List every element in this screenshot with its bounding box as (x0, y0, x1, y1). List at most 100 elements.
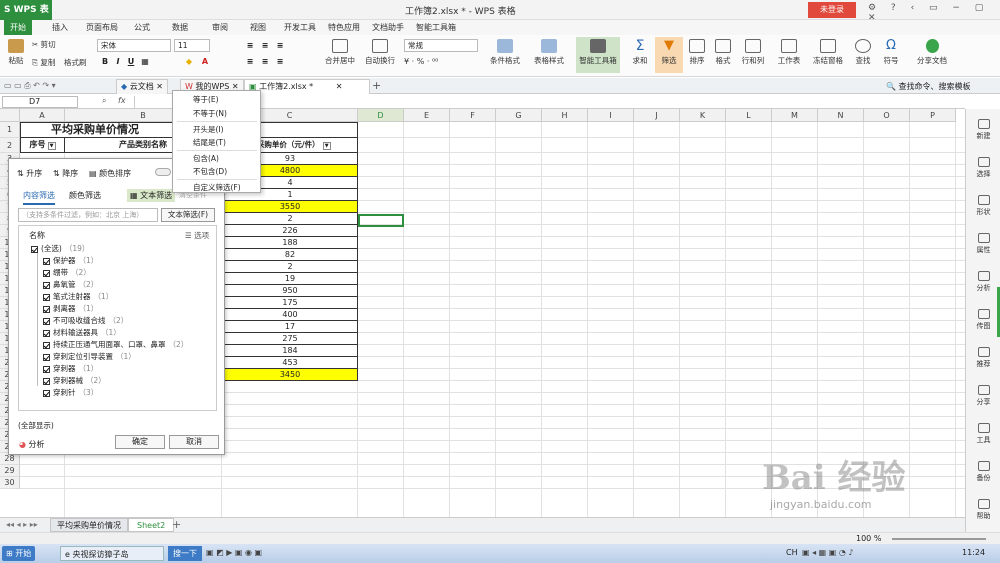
tab-workbook[interactable]: ▣ 工作簿2.xlsx * ✕ (244, 79, 370, 94)
price-cell[interactable]: 226 (222, 225, 358, 237)
login-button[interactable]: 未登录 (808, 2, 856, 18)
italic-button[interactable]: I (113, 57, 123, 67)
column-header[interactable]: D (358, 109, 404, 122)
column-header[interactable]: A (20, 109, 65, 122)
sort-desc-button[interactable]: ⇅ 降序 (53, 168, 78, 179)
checkbox-checked-icon[interactable] (43, 269, 50, 277)
filter-list-item[interactable]: 笔式注射器 （1） (43, 291, 113, 302)
filter-list-item[interactable]: 穿刺针 （3） (43, 387, 98, 398)
row-col-button[interactable]: 行和列 (738, 39, 768, 66)
paste-button[interactable]: 粘贴 (4, 39, 28, 66)
price-cell[interactable]: 453 (222, 357, 358, 369)
analyze-button[interactable]: ◕ 分析 (19, 439, 45, 450)
new-tab-button[interactable]: + (372, 79, 381, 92)
side-panel-button[interactable]: 分享 (966, 385, 1000, 407)
menu-features[interactable]: 特色应用 (328, 22, 360, 33)
font-color-icon[interactable]: A (200, 57, 210, 67)
menu-view[interactable]: 视图 (250, 22, 266, 33)
symbol-button[interactable]: Ω 符号 (878, 39, 904, 66)
menu-contains[interactable]: 包含(A) (193, 153, 219, 164)
checkbox-checked-icon[interactable] (43, 389, 50, 397)
menu-formula[interactable]: 公式 (134, 22, 150, 33)
font-name-combo[interactable]: 宋体 (97, 39, 171, 52)
tab-cloud-docs[interactable]: ◆ 云文档 ✕ (116, 79, 168, 94)
worksheet-button[interactable]: 工作表 (774, 39, 804, 66)
filter-list-item[interactable]: 材料输送器具 （1） (43, 327, 121, 338)
price-cell[interactable]: 3550 (222, 201, 358, 213)
price-cell[interactable]: 2 (222, 213, 358, 225)
find-button[interactable]: 查找 (850, 39, 876, 66)
side-panel-button[interactable]: 帮助 (966, 499, 1000, 521)
tab-color-filter[interactable]: 颜色筛选 (69, 190, 101, 201)
filter-list-item[interactable]: 鼻氧管 （2） (43, 279, 98, 290)
underline-button[interactable]: U (126, 57, 136, 67)
merge-center-button[interactable]: 合并居中 (320, 39, 360, 66)
checkbox-checked-icon[interactable] (43, 257, 50, 265)
side-panel-button[interactable]: 传图 (966, 309, 1000, 331)
wps-menu-button[interactable]: S WPS 表格 ▾ (0, 0, 52, 35)
copy-button[interactable]: ⎘ 复制 (32, 57, 55, 68)
price-cell[interactable]: 188 (222, 237, 358, 249)
sort-asc-button[interactable]: ⇅ 升序 (17, 168, 42, 179)
checkbox-checked-icon[interactable] (43, 329, 50, 337)
row-header[interactable]: 2 (0, 138, 20, 153)
add-sheet-button[interactable]: + (172, 518, 181, 531)
cancel-button[interactable]: 取消 (169, 435, 219, 449)
row-header[interactable]: 30 (0, 477, 20, 489)
row-header[interactable]: 29 (0, 465, 20, 477)
price-cell[interactable]: 3450 (222, 369, 358, 381)
align-right-icon[interactable]: ≡ (275, 57, 285, 67)
filter-search-input[interactable]: （支持多条件过滤，例如：北京 上海） (18, 208, 158, 222)
column-header[interactable]: I (588, 109, 634, 122)
side-panel-button[interactable]: 推荐 (966, 347, 1000, 369)
share-doc-button[interactable]: 分享文档 (912, 39, 952, 66)
start-button[interactable]: ⊞ 开始 (2, 546, 36, 561)
taskbar-icons[interactable]: ▣ ◩ ▶ ▣ ◉ ▣ (206, 548, 262, 557)
checkbox-checked-icon[interactable] (43, 317, 50, 325)
sheet-tab-2[interactable]: Sheet2 (128, 518, 175, 532)
side-panel-button[interactable]: 形状 (966, 195, 1000, 217)
taskbar-item-browser[interactable]: e 央视探访獐子岛 (60, 546, 164, 561)
menu-custom-filter[interactable]: 自定义筛选(F) (193, 182, 241, 193)
cut-button[interactable]: ✂ 剪切 (32, 39, 56, 50)
column-header[interactable]: K (680, 109, 726, 122)
price-cell[interactable]: 2 (222, 261, 358, 273)
sort-button[interactable]: 排序 (684, 39, 710, 66)
filter-list-item[interactable]: 剥离器 （1） (43, 303, 98, 314)
font-size-combo[interactable]: 11 (174, 39, 210, 52)
menu-doc-assistant[interactable]: 文档助手 (372, 22, 404, 33)
side-panel-button[interactable]: 备份 (966, 461, 1000, 483)
price-cell[interactable]: 184 (222, 345, 358, 357)
checkbox-checked-icon[interactable] (31, 245, 38, 253)
column-header[interactable]: J (634, 109, 680, 122)
menu-not-contains[interactable]: 不包含(D) (193, 166, 227, 177)
column-header[interactable]: M (772, 109, 818, 122)
column-header[interactable]: G (496, 109, 542, 122)
column-header[interactable]: P (910, 109, 956, 122)
zoom-formula-icon[interactable]: ⌕ (102, 96, 106, 106)
input-language[interactable]: CH (786, 548, 798, 557)
filter-list-item[interactable]: 持续正压通气用面罩、口罩、鼻罩 （2） (43, 339, 188, 350)
align-top-icon[interactable]: ≡ (245, 41, 255, 51)
menu-home[interactable]: 开始 (4, 20, 32, 35)
text-filter-tab[interactable]: ▦ 文本筛选 (127, 189, 176, 202)
price-cell[interactable]: 17 (222, 321, 358, 333)
toggle-switch[interactable] (155, 168, 171, 176)
sheet-tab-1[interactable]: 平均采购单价情况 (50, 518, 128, 532)
quick-access-icons[interactable]: ▭ ▭ ⎙ ↶ ↷ ▾ (4, 81, 56, 91)
menu-not-equals[interactable]: 不等于(N) (193, 108, 227, 119)
column-header[interactable]: N (818, 109, 864, 122)
side-panel-button[interactable]: 工具 (966, 423, 1000, 445)
fill-color-icon[interactable]: ◆ (184, 57, 194, 67)
filter-button[interactable]: ▼ 筛选 (655, 37, 683, 73)
format-painter-button[interactable]: 格式刷 (64, 57, 87, 68)
filter-list-item[interactable]: 穿刺器 （1） (43, 363, 98, 374)
price-cell[interactable]: 82 (222, 249, 358, 261)
menu-insert[interactable]: 插入 (52, 22, 68, 33)
menu-begins-with[interactable]: 开头是(I) (193, 124, 224, 135)
header-cell-no[interactable]: 序号 ▼ (20, 138, 65, 153)
price-cell[interactable]: 275 (222, 333, 358, 345)
checkbox-checked-icon[interactable] (43, 377, 50, 385)
checkbox-checked-icon[interactable] (43, 365, 50, 373)
menu-equals[interactable]: 等于(E) (193, 94, 219, 105)
